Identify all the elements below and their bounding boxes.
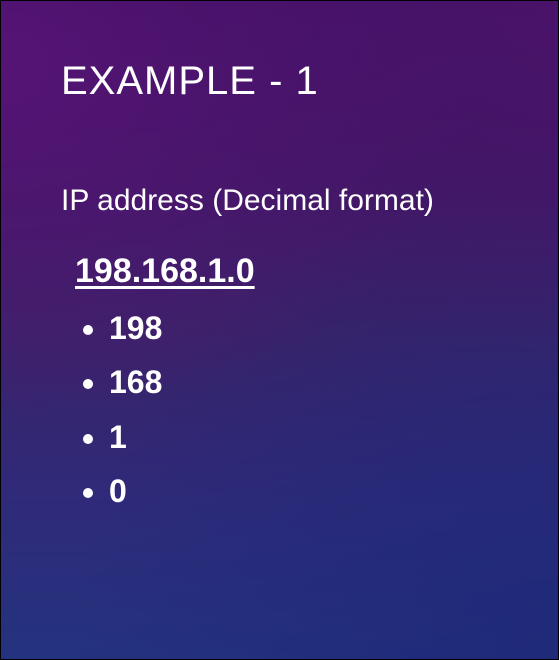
list-item: 1 bbox=[109, 410, 510, 464]
list-item: 0 bbox=[109, 464, 510, 518]
slide-subtitle: IP address (Decimal format) bbox=[61, 184, 510, 218]
slide: EXAMPLE - 1 IP address (Decimal format) … bbox=[1, 1, 558, 659]
list-item: 198 bbox=[109, 301, 510, 355]
list-item: 168 bbox=[109, 355, 510, 409]
slide-title: EXAMPLE - 1 bbox=[61, 59, 510, 104]
octet-list: 198 168 1 0 bbox=[61, 301, 510, 519]
ip-address: 198.168.1.0 bbox=[75, 252, 510, 291]
